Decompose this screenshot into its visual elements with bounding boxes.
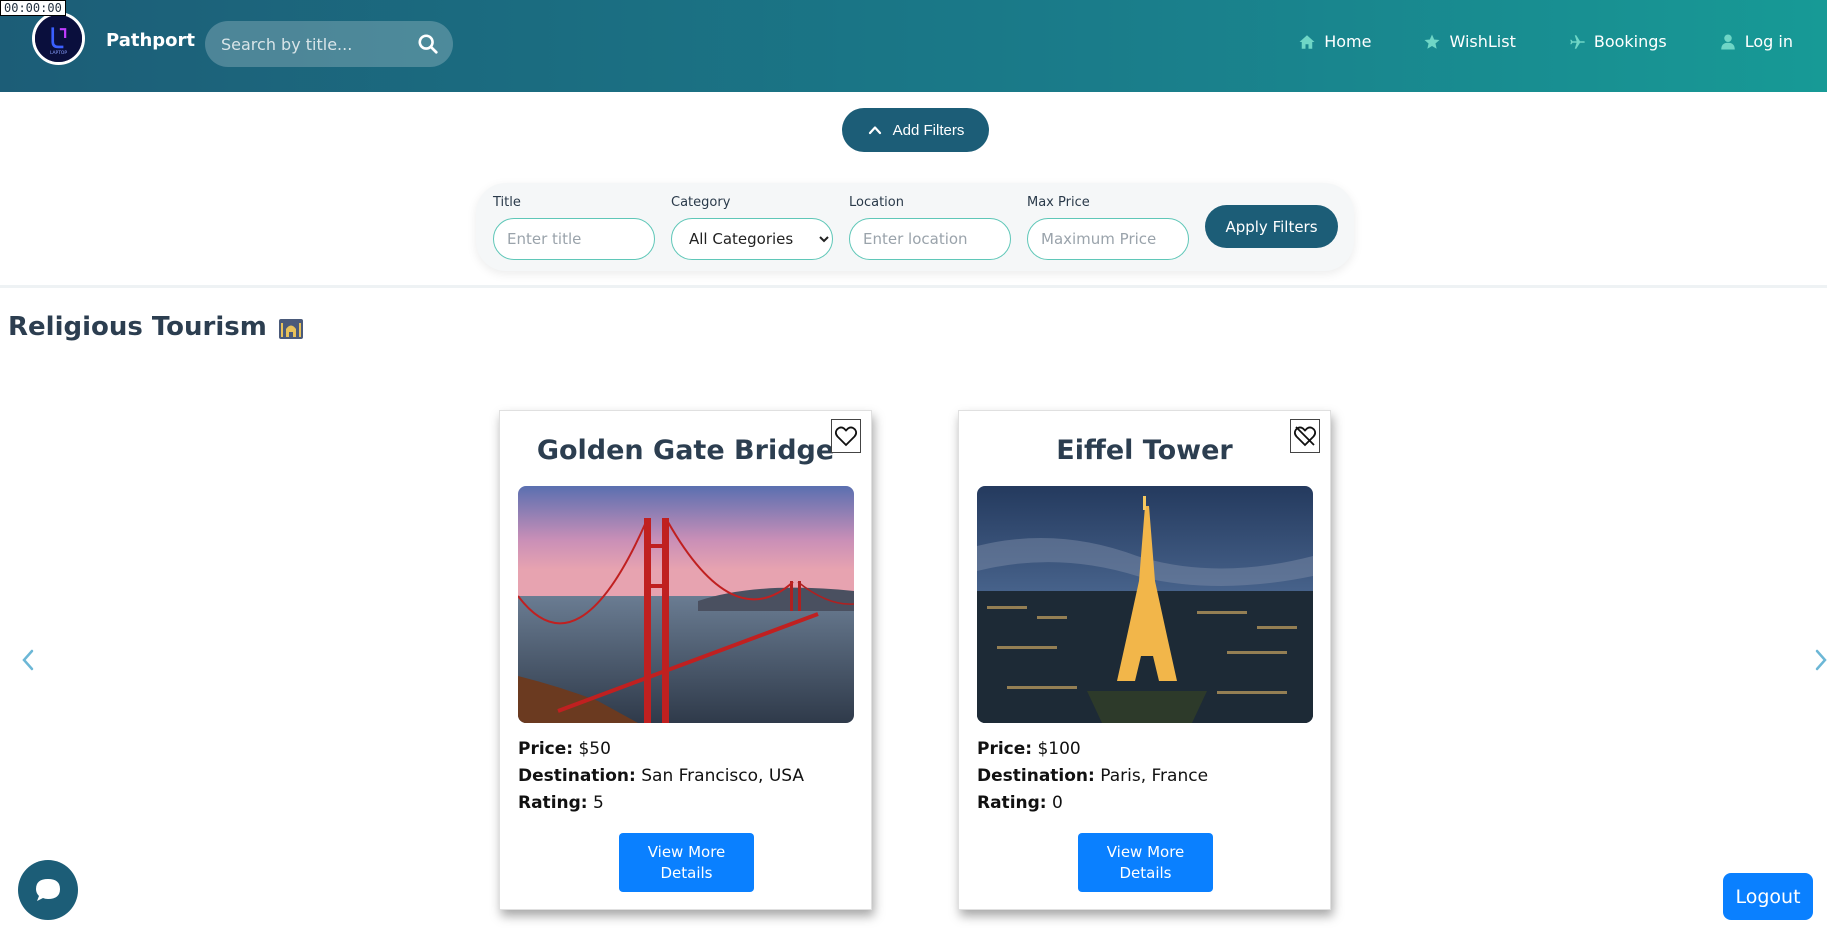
filter-maxprice-label: Max Price <box>1027 195 1090 210</box>
search-input[interactable] <box>221 21 411 67</box>
destination-card: Golden Gate Bridge Price: $50 Destinatio… <box>499 410 872 910</box>
search-bar <box>205 21 453 67</box>
filter-maxprice-group: Max Price <box>1027 195 1189 260</box>
card-price: $50 <box>578 739 611 759</box>
card-price-row: Price: $100 <box>977 736 1208 763</box>
filter-title-label: Title <box>493 195 521 210</box>
filter-location-label: Location <box>849 195 904 210</box>
card-destination-row: Destination: San Francisco, USA <box>518 763 804 790</box>
filter-category-label: Category <box>671 195 731 210</box>
heart-icon <box>834 426 858 447</box>
filter-title-input[interactable] <box>493 218 655 260</box>
card-destination: San Francisco, USA <box>641 766 805 786</box>
card-title: Eiffel Tower <box>1056 435 1233 466</box>
destination-label: Destination: <box>518 766 636 786</box>
chevron-up-icon <box>868 126 881 135</box>
add-filters-label: Add Filters <box>892 121 965 139</box>
nav-login-label: Log in <box>1744 32 1793 51</box>
card-image-eiffel-tower <box>977 486 1313 723</box>
card-info: Price: $50 Destination: San Francisco, U… <box>518 736 804 817</box>
nav-wishlist-label: WishList <box>1449 32 1516 51</box>
nav-links: Home WishList Bookings Log in <box>1298 32 1793 51</box>
filter-category-select[interactable]: All Categories <box>671 218 833 260</box>
chevron-right-icon <box>1815 649 1827 671</box>
view-more-details-button[interactable]: View More Details <box>1078 833 1213 892</box>
nav-login[interactable]: Log in <box>1719 32 1793 51</box>
card-title: Golden Gate Bridge <box>536 435 835 466</box>
card-destination: Paris, France <box>1100 766 1209 786</box>
user-icon <box>1721 34 1735 49</box>
filter-title-group: Title <box>493 195 655 260</box>
card-rating: 5 <box>593 793 604 813</box>
carousel-prev-arrow[interactable] <box>18 645 38 675</box>
star-icon <box>1424 34 1440 49</box>
wishlist-toggle-button[interactable] <box>831 419 861 453</box>
card-rating-row: Rating: 5 <box>518 790 804 817</box>
nav-home[interactable]: Home <box>1298 32 1371 51</box>
nav-home-label: Home <box>1324 32 1372 51</box>
nav-wishlist[interactable]: WishList <box>1423 32 1516 51</box>
card-price-row: Price: $50 <box>518 736 804 763</box>
timer-overlay: 00:00:00 <box>0 0 66 16</box>
destination-card: Eiffel Tower Price: $100 Destination: Pa… <box>958 410 1331 910</box>
carousel-next-arrow[interactable] <box>1814 645 1827 675</box>
rating-label: Rating: <box>977 793 1047 813</box>
add-filters-button[interactable]: Add Filters <box>842 108 989 152</box>
chat-button[interactable] <box>18 860 78 920</box>
brand-logo[interactable]: LAPTOP <box>32 12 85 65</box>
section-title: Religious Tourism <box>8 312 305 342</box>
home-icon <box>1299 34 1315 49</box>
filter-maxprice-input[interactable] <box>1027 218 1189 260</box>
chevron-left-icon <box>22 649 34 671</box>
card-destination-row: Destination: Paris, France <box>977 763 1208 790</box>
filter-location-group: Location <box>849 195 1011 260</box>
section-title-text: Religious Tourism <box>8 312 267 342</box>
price-label: Price: <box>977 739 1033 759</box>
mosque-icon <box>278 319 303 339</box>
search-icon[interactable] <box>417 33 439 55</box>
nav-bookings-label: Bookings <box>1593 32 1667 51</box>
wishlist-toggle-button[interactable] <box>1290 419 1320 453</box>
plane-icon <box>1570 34 1585 49</box>
filter-panel: Title Category All Categories Location M… <box>476 183 1354 271</box>
card-image-golden-gate <box>518 486 854 723</box>
heart-crack-icon <box>1293 426 1317 447</box>
filter-location-input[interactable] <box>849 218 1011 260</box>
section-divider <box>0 285 1827 288</box>
logout-button[interactable]: Logout <box>1723 873 1813 920</box>
apply-filters-button[interactable]: Apply Filters <box>1205 205 1338 248</box>
filter-category-group: Category All Categories <box>671 195 833 260</box>
brand-name[interactable]: Pathport <box>106 30 195 51</box>
chat-bubble-icon <box>36 879 60 901</box>
card-price: $100 <box>1037 739 1081 759</box>
card-info: Price: $100 Destination: Paris, France R… <box>977 736 1208 817</box>
logo-text: LAPTOP <box>50 50 67 56</box>
view-more-details-button[interactable]: View More Details <box>619 833 754 892</box>
card-rating-row: Rating: 0 <box>977 790 1208 817</box>
destination-label: Destination: <box>977 766 1095 786</box>
nav-bookings[interactable]: Bookings <box>1568 32 1667 51</box>
price-label: Price: <box>518 739 574 759</box>
card-rating: 0 <box>1052 793 1063 813</box>
rating-label: Rating: <box>518 793 588 813</box>
navbar: LAPTOP Pathport Home WishList Bookings L… <box>0 0 1827 92</box>
